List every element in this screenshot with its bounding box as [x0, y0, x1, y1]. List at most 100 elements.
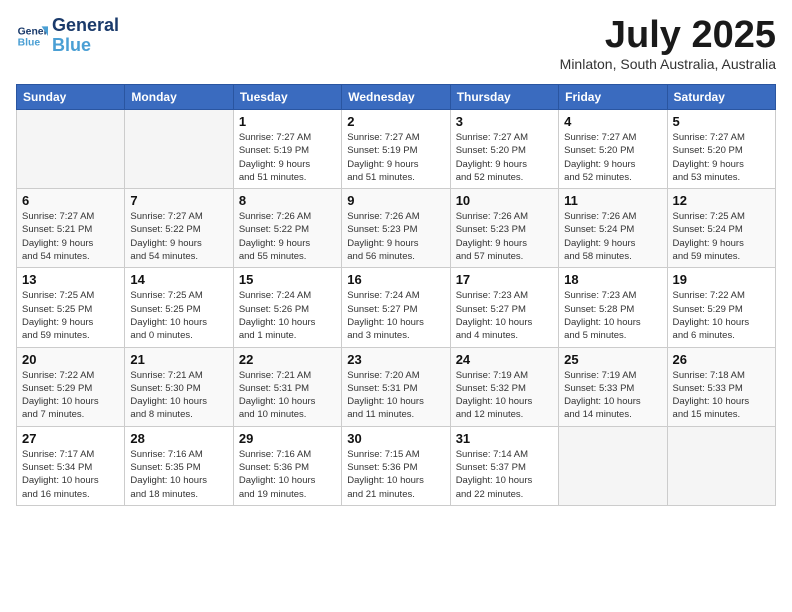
logo-text: General Blue — [52, 16, 119, 56]
day-info: Sunrise: 7:17 AM Sunset: 5:34 PM Dayligh… — [22, 448, 119, 501]
day-number: 4 — [564, 114, 661, 129]
day-number: 17 — [456, 272, 553, 287]
calendar-cell: 17 Sunrise: 7:23 AM Sunset: 5:27 PM Dayli… — [450, 268, 558, 347]
calendar-cell: 3 Sunrise: 7:27 AM Sunset: 5:20 PM Daylig… — [450, 110, 558, 189]
day-number: 10 — [456, 193, 553, 208]
calendar-cell: 31Sunrise: 7:14 AM Sunset: 5:37 PM Dayli… — [450, 426, 558, 505]
calendar-cell: 29 Sunrise: 7:16 AM Sunset: 5:36 PM Dayli… — [233, 426, 341, 505]
page-header: General Blue General Blue July 2025 Minl… — [16, 16, 776, 72]
svg-text:Blue: Blue — [18, 37, 41, 48]
day-info: Sunrise: 7:27 AM Sunset: 5:19 PM Dayligh… — [239, 131, 336, 184]
calendar-cell: 2Sunrise: 7:27 AM Sunset: 5:19 PM Daylig… — [342, 110, 450, 189]
location: Minlaton, South Australia, Australia — [560, 56, 776, 72]
calendar-cell: 23 Sunrise: 7:20 AM Sunset: 5:31 PM Dayli… — [342, 347, 450, 426]
day-info: Sunrise: 7:21 AM Sunset: 5:30 PM Dayligh… — [130, 369, 227, 422]
calendar-cell: 27Sunrise: 7:17 AM Sunset: 5:34 PM Dayli… — [17, 426, 125, 505]
calendar-cell: 13 Sunrise: 7:25 AM Sunset: 5:25 PM Dayli… — [17, 268, 125, 347]
day-number: 31 — [456, 431, 553, 446]
calendar-cell: 28 Sunrise: 7:16 AM Sunset: 5:35 PM Dayli… — [125, 426, 233, 505]
col-header-monday: Monday — [125, 85, 233, 110]
calendar-cell — [17, 110, 125, 189]
day-info: Sunrise: 7:25 AM Sunset: 5:24 PM Dayligh… — [673, 210, 770, 263]
day-number: 3 — [456, 114, 553, 129]
calendar-table: SundayMondayTuesdayWednesdayThursdayFrid… — [16, 84, 776, 506]
day-info: Sunrise: 7:21 AM Sunset: 5:31 PM Dayligh… — [239, 369, 336, 422]
day-info: Sunrise: 7:27 AM Sunset: 5:22 PM Dayligh… — [130, 210, 227, 263]
col-header-wednesday: Wednesday — [342, 85, 450, 110]
day-info: Sunrise: 7:26 AM Sunset: 5:23 PM Dayligh… — [347, 210, 444, 263]
calendar-week-4: 20Sunrise: 7:22 AM Sunset: 5:29 PM Dayli… — [17, 347, 776, 426]
calendar-cell: 12Sunrise: 7:25 AM Sunset: 5:24 PM Dayli… — [667, 189, 775, 268]
calendar-week-5: 27Sunrise: 7:17 AM Sunset: 5:34 PM Dayli… — [17, 426, 776, 505]
calendar-cell: 4 Sunrise: 7:27 AM Sunset: 5:20 PM Daylig… — [559, 110, 667, 189]
day-info: Sunrise: 7:20 AM Sunset: 5:31 PM Dayligh… — [347, 369, 444, 422]
calendar-cell: 21Sunrise: 7:21 AM Sunset: 5:30 PM Dayli… — [125, 347, 233, 426]
day-info: Sunrise: 7:26 AM Sunset: 5:22 PM Dayligh… — [239, 210, 336, 263]
day-info: Sunrise: 7:26 AM Sunset: 5:24 PM Dayligh… — [564, 210, 661, 263]
day-number: 11 — [564, 193, 661, 208]
calendar-cell: 24Sunrise: 7:19 AM Sunset: 5:32 PM Dayli… — [450, 347, 558, 426]
col-header-tuesday: Tuesday — [233, 85, 341, 110]
day-number: 23 — [347, 352, 444, 367]
calendar-cell: 9 Sunrise: 7:26 AM Sunset: 5:23 PM Daylig… — [342, 189, 450, 268]
day-number: 29 — [239, 431, 336, 446]
day-info: Sunrise: 7:27 AM Sunset: 5:21 PM Dayligh… — [22, 210, 119, 263]
day-info: Sunrise: 7:25 AM Sunset: 5:25 PM Dayligh… — [22, 289, 119, 342]
col-header-friday: Friday — [559, 85, 667, 110]
calendar-cell: 16 Sunrise: 7:24 AM Sunset: 5:27 PM Dayli… — [342, 268, 450, 347]
calendar-cell: 20Sunrise: 7:22 AM Sunset: 5:29 PM Dayli… — [17, 347, 125, 426]
calendar-week-2: 6 Sunrise: 7:27 AM Sunset: 5:21 PM Daylig… — [17, 189, 776, 268]
day-info: Sunrise: 7:27 AM Sunset: 5:19 PM Dayligh… — [347, 131, 444, 184]
calendar-week-3: 13 Sunrise: 7:25 AM Sunset: 5:25 PM Dayli… — [17, 268, 776, 347]
title-block: July 2025 Minlaton, South Australia, Aus… — [560, 16, 776, 72]
day-number: 22 — [239, 352, 336, 367]
day-info: Sunrise: 7:25 AM Sunset: 5:25 PM Dayligh… — [130, 289, 227, 342]
day-info: Sunrise: 7:24 AM Sunset: 5:26 PM Dayligh… — [239, 289, 336, 342]
day-info: Sunrise: 7:16 AM Sunset: 5:36 PM Dayligh… — [239, 448, 336, 501]
day-info: Sunrise: 7:23 AM Sunset: 5:28 PM Dayligh… — [564, 289, 661, 342]
calendar-cell: 30 Sunrise: 7:15 AM Sunset: 5:36 PM Dayli… — [342, 426, 450, 505]
logo: General Blue General Blue — [16, 16, 119, 56]
day-info: Sunrise: 7:27 AM Sunset: 5:20 PM Dayligh… — [564, 131, 661, 184]
calendar-cell — [667, 426, 775, 505]
day-number: 1 — [239, 114, 336, 129]
day-info: Sunrise: 7:26 AM Sunset: 5:23 PM Dayligh… — [456, 210, 553, 263]
day-number: 6 — [22, 193, 119, 208]
day-number: 26 — [673, 352, 770, 367]
day-info: Sunrise: 7:27 AM Sunset: 5:20 PM Dayligh… — [456, 131, 553, 184]
day-number: 24 — [456, 352, 553, 367]
day-number: 28 — [130, 431, 227, 446]
day-number: 13 — [22, 272, 119, 287]
day-info: Sunrise: 7:16 AM Sunset: 5:35 PM Dayligh… — [130, 448, 227, 501]
calendar-cell: 1 Sunrise: 7:27 AM Sunset: 5:19 PM Daylig… — [233, 110, 341, 189]
col-header-sunday: Sunday — [17, 85, 125, 110]
calendar-cell: 11 Sunrise: 7:26 AM Sunset: 5:24 PM Dayli… — [559, 189, 667, 268]
day-number: 8 — [239, 193, 336, 208]
calendar-cell: 26 Sunrise: 7:18 AM Sunset: 5:33 PM Dayli… — [667, 347, 775, 426]
day-number: 16 — [347, 272, 444, 287]
calendar-cell: 19 Sunrise: 7:22 AM Sunset: 5:29 PM Dayli… — [667, 268, 775, 347]
logo-line1: General — [52, 16, 119, 36]
day-number: 9 — [347, 193, 444, 208]
calendar-cell: 7Sunrise: 7:27 AM Sunset: 5:22 PM Daylig… — [125, 189, 233, 268]
calendar-cell: 25Sunrise: 7:19 AM Sunset: 5:33 PM Dayli… — [559, 347, 667, 426]
calendar-cell: 14Sunrise: 7:25 AM Sunset: 5:25 PM Dayli… — [125, 268, 233, 347]
calendar-week-1: 1 Sunrise: 7:27 AM Sunset: 5:19 PM Daylig… — [17, 110, 776, 189]
day-info: Sunrise: 7:24 AM Sunset: 5:27 PM Dayligh… — [347, 289, 444, 342]
day-number: 19 — [673, 272, 770, 287]
day-info: Sunrise: 7:22 AM Sunset: 5:29 PM Dayligh… — [673, 289, 770, 342]
calendar-cell: 8 Sunrise: 7:26 AM Sunset: 5:22 PM Daylig… — [233, 189, 341, 268]
calendar-cell: 22 Sunrise: 7:21 AM Sunset: 5:31 PM Dayli… — [233, 347, 341, 426]
calendar-cell: 5Sunrise: 7:27 AM Sunset: 5:20 PM Daylig… — [667, 110, 775, 189]
day-info: Sunrise: 7:15 AM Sunset: 5:36 PM Dayligh… — [347, 448, 444, 501]
day-number: 25 — [564, 352, 661, 367]
day-info: Sunrise: 7:23 AM Sunset: 5:27 PM Dayligh… — [456, 289, 553, 342]
col-header-saturday: Saturday — [667, 85, 775, 110]
calendar-cell — [125, 110, 233, 189]
calendar-header-row: SundayMondayTuesdayWednesdayThursdayFrid… — [17, 85, 776, 110]
day-info: Sunrise: 7:18 AM Sunset: 5:33 PM Dayligh… — [673, 369, 770, 422]
day-number: 30 — [347, 431, 444, 446]
calendar-cell — [559, 426, 667, 505]
calendar-cell: 18Sunrise: 7:23 AM Sunset: 5:28 PM Dayli… — [559, 268, 667, 347]
month-title: July 2025 — [560, 16, 776, 54]
